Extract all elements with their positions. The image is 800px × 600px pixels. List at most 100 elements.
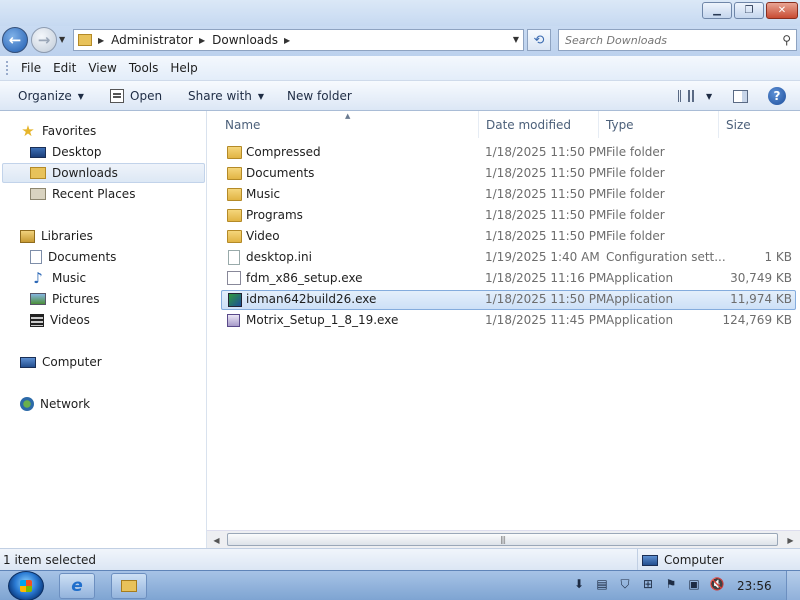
breadcrumb-administrator[interactable]: Administrator [111, 33, 193, 47]
security-shield-icon[interactable]: ⛉ [616, 575, 634, 593]
folder-icon [227, 209, 242, 222]
document-tray-icon[interactable]: ▤ [593, 575, 611, 593]
file-size: 124,769 KB [722, 313, 792, 327]
idm-tray-icon[interactable]: ⬇ [570, 575, 588, 593]
open-button[interactable]: Open [110, 81, 162, 111]
share-with-button[interactable]: Share with ▼ [188, 81, 264, 111]
menu-edit[interactable]: Edit [47, 61, 82, 75]
file-date: 1/19/2025 1:40 AM [485, 250, 600, 264]
horizontal-scrollbar[interactable]: ◀ ||| ▶ [207, 530, 800, 548]
nav-music-label: Music [52, 271, 87, 285]
address-bar[interactable]: ▶ Administrator ▶ Downloads ▶ ▼ [73, 29, 524, 51]
nav-network[interactable]: Network [20, 394, 90, 414]
nav-documents-label: Documents [48, 250, 117, 264]
installer-icon [227, 271, 241, 285]
windows-logo-tray-icon[interactable]: ⊞ [639, 575, 657, 593]
menu-file[interactable]: File [15, 61, 47, 75]
taskbar-windows-explorer[interactable] [111, 573, 147, 599]
search-icon[interactable]: ⚲ [782, 33, 791, 47]
chevron-down-icon: ▼ [77, 91, 84, 101]
nav-libraries[interactable]: Libraries [20, 226, 93, 246]
column-header-size[interactable]: Size [719, 111, 800, 138]
nav-downloads[interactable]: Downloads [2, 163, 205, 183]
file-row-documents[interactable]: Documents 1/18/2025 11:50 PM File folder [221, 164, 796, 184]
close-icon: ✕ [777, 5, 787, 16]
file-name: fdm_x86_setup.exe [246, 271, 363, 285]
status-location-label: Computer [664, 553, 724, 567]
file-row-desktop-ini[interactable]: desktop.ini 1/19/2025 1:40 AM Configurat… [221, 248, 796, 268]
forward-button[interactable]: → [31, 27, 57, 53]
network-tray-icon[interactable]: ▣ [685, 575, 703, 593]
nav-favorites[interactable]: ★ Favorites [20, 121, 96, 141]
window-title-bar[interactable]: ▁ ❐ ✕ [0, 0, 800, 26]
file-row-programs[interactable]: Programs 1/18/2025 11:50 PM File folder [221, 206, 796, 226]
new-folder-button[interactable]: New folder [287, 81, 352, 111]
file-row-idman-selected[interactable]: idman642build26.exe 1/18/2025 11:50 PM A… [221, 290, 796, 310]
new-folder-label: New folder [287, 89, 352, 103]
file-row-music[interactable]: Music 1/18/2025 11:50 PM File folder [221, 185, 796, 205]
column-header-date-modified[interactable]: Date modified [479, 111, 599, 138]
column-header-type[interactable]: Type [599, 111, 719, 138]
scroll-left-icon[interactable]: ◀ [209, 533, 224, 547]
volume-muted-icon[interactable]: 🔇 [708, 575, 726, 593]
file-date: 1/18/2025 11:50 PM [485, 292, 607, 306]
breadcrumb-chevron-icon[interactable]: ▶ [199, 36, 205, 45]
breadcrumb-chevron-icon[interactable]: ▶ [284, 36, 290, 45]
show-desktop-button[interactable] [786, 571, 800, 600]
taskbar-internet-explorer[interactable]: e [59, 573, 95, 599]
menu-grip [6, 61, 9, 75]
film-strip-icon [30, 313, 44, 327]
nav-computer-label: Computer [42, 355, 102, 369]
search-box[interactable]: ⚲ [558, 29, 797, 51]
nav-computer[interactable]: Computer [20, 352, 102, 372]
nav-desktop[interactable]: Desktop [30, 142, 102, 162]
file-type: Application [606, 271, 674, 285]
file-date: 1/18/2025 11:50 PM [485, 208, 607, 222]
back-button[interactable]: ← [2, 27, 28, 53]
breadcrumb-chevron-icon[interactable]: ▶ [98, 36, 104, 45]
share-with-label: Share with [188, 89, 252, 103]
scrollbar-thumb[interactable]: ||| [227, 533, 778, 546]
forward-arrow-icon: → [37, 31, 51, 49]
preview-pane-button[interactable] [733, 81, 748, 111]
search-input[interactable] [559, 30, 764, 50]
nav-recent-places[interactable]: Recent Places [30, 184, 135, 204]
scroll-right-icon[interactable]: ▶ [783, 533, 798, 547]
address-history-dropdown[interactable]: ▼ [513, 35, 519, 44]
nav-documents[interactable]: Documents [30, 247, 116, 267]
refresh-button[interactable]: ⟲ [527, 29, 551, 51]
file-row-fdm-setup[interactable]: fdm_x86_setup.exe 1/18/2025 11:16 PM App… [221, 269, 796, 289]
file-date: 1/18/2025 11:45 PM [485, 313, 607, 327]
menu-help[interactable]: Help [164, 61, 203, 75]
file-type: File folder [606, 208, 665, 222]
change-view-button[interactable]: ▼ [678, 81, 712, 111]
menu-tools[interactable]: Tools [123, 61, 165, 75]
taskbar-clock[interactable]: 23:56 [737, 579, 772, 593]
minimize-button[interactable]: ▁ [702, 2, 732, 19]
refresh-icon: ⟲ [533, 32, 545, 48]
help-icon: ? [768, 87, 786, 105]
action-center-flag-icon[interactable]: ⚑ [662, 575, 680, 593]
taskbar: e ⬇ ▤ ⛉ ⊞ ⚑ ▣ 🔇 23:56 [0, 570, 800, 600]
close-button[interactable]: ✕ [766, 2, 798, 19]
organize-button[interactable]: Organize ▼ [18, 81, 84, 111]
start-button[interactable] [8, 571, 44, 600]
file-list-pane: Name ▲ Date modified Type Size Compresse… [207, 111, 800, 548]
menu-view[interactable]: View [82, 61, 122, 75]
column-header-name[interactable]: Name [207, 111, 479, 138]
column-type-label: Type [606, 117, 634, 132]
column-size-label: Size [726, 117, 751, 132]
nav-pictures[interactable]: Pictures [30, 289, 100, 309]
file-row-video[interactable]: Video 1/18/2025 11:50 PM File folder [221, 227, 796, 247]
navigation-pane: ★ Favorites Desktop Downloads Recent Pla… [0, 111, 207, 548]
file-row-motrix-setup[interactable]: Motrix_Setup_1_8_19.exe 1/18/2025 11:45 … [221, 311, 796, 331]
nav-desktop-label: Desktop [52, 145, 102, 159]
maximize-button[interactable]: ❐ [734, 2, 764, 19]
breadcrumb-downloads[interactable]: Downloads [212, 33, 278, 47]
nav-videos[interactable]: Videos [30, 310, 90, 330]
file-type: Application [606, 292, 674, 306]
file-row-compressed[interactable]: Compressed 1/18/2025 11:50 PM File folde… [221, 143, 796, 163]
nav-music[interactable]: ♪ Music [30, 268, 86, 288]
recent-pages-dropdown[interactable]: ▼ [59, 35, 65, 44]
help-button[interactable]: ? [768, 81, 786, 111]
